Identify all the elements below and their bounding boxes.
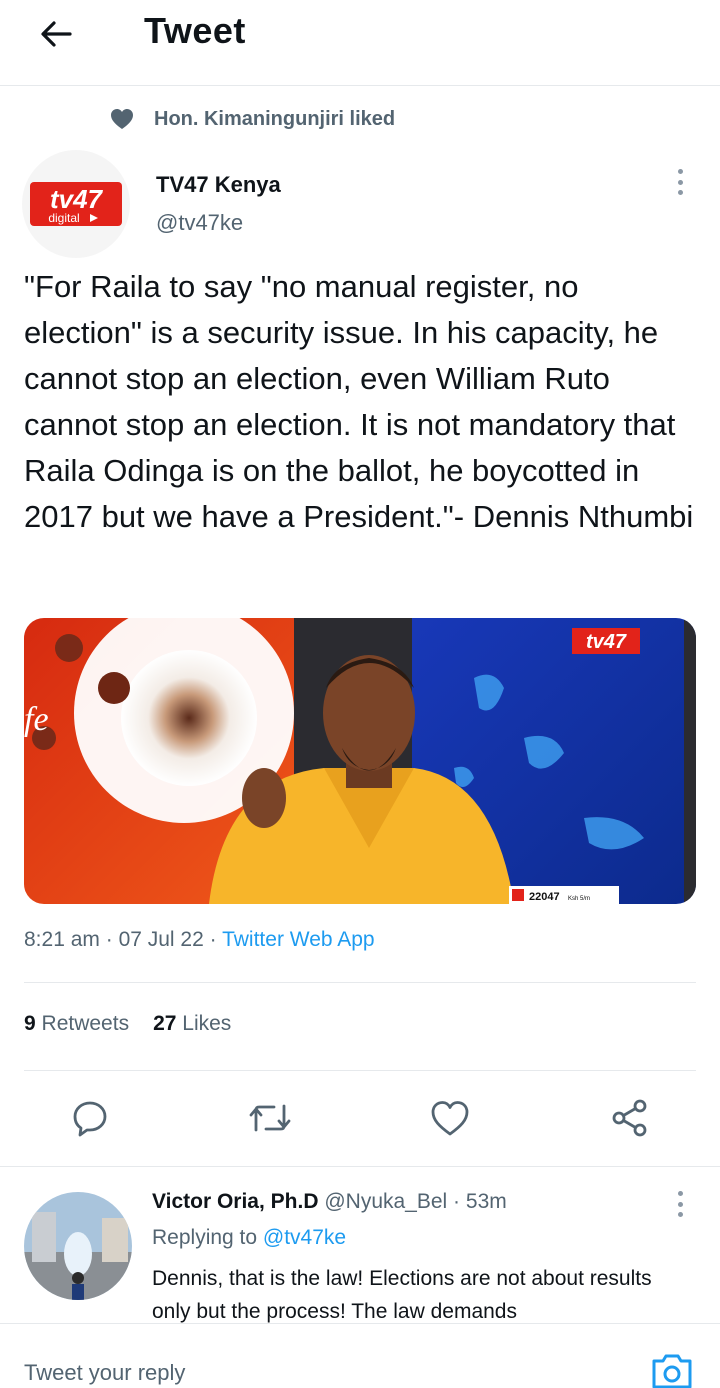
tweet-text: "For Raila to say "no manual register, n… [24, 269, 694, 534]
compose-bar: Tweet your reply [0, 1323, 720, 1388]
svg-text:Ksh 5/m: Ksh 5/m [568, 896, 590, 902]
reply-input[interactable]: Tweet your reply [24, 1360, 185, 1386]
author-avatar[interactable]: tv47 digital [22, 150, 130, 258]
like-icon [431, 1101, 469, 1136]
reply-time: 53m [465, 1190, 507, 1213]
svg-text:digital: digital [48, 211, 79, 225]
svg-text:tv47: tv47 [50, 184, 104, 214]
divider [24, 1070, 696, 1071]
reply-header: Victor Oria, Ph.D @Nyuka_Bel · 53m [152, 1190, 507, 1213]
retweet-button[interactable] [248, 1096, 292, 1140]
author-name[interactable]: TV47 Kenya [156, 172, 281, 198]
share-icon [612, 1099, 647, 1137]
tweet-time: 8:21 am [24, 928, 100, 951]
divider [24, 982, 696, 983]
svg-text:fe: fe [24, 701, 49, 738]
retweets-stat[interactable]: 9 Retweets [24, 1012, 129, 1036]
divider [0, 1166, 720, 1167]
reply-author-name[interactable]: Victor Oria, Ph.D [152, 1190, 319, 1213]
like-button[interactable] [428, 1096, 472, 1140]
retweet-icon [249, 1104, 291, 1132]
more-options-icon[interactable] [668, 166, 692, 198]
reply-button[interactable] [68, 1096, 112, 1140]
top-bar: Tweet [0, 0, 720, 86]
social-context: Hon. Kimaningunjiri liked [110, 104, 395, 134]
svg-text:22047: 22047 [529, 891, 560, 903]
replying-to-handle[interactable]: @tv47ke [263, 1226, 346, 1249]
tweet-source-link[interactable]: Twitter Web App [222, 928, 375, 951]
tweet-meta: 8:21 am · 07 Jul 22 · Twitter Web App [24, 928, 375, 951]
svg-text:tv47: tv47 [586, 631, 627, 653]
tweet-date: 07 Jul 22 [118, 928, 204, 951]
camera-icon [652, 1354, 692, 1388]
tweet-stats: 9 Retweets 27 Likes [24, 1012, 231, 1036]
arrow-left-icon [41, 21, 72, 47]
reply-text: Dennis, that is the law! Elections are n… [152, 1267, 652, 1323]
likes-stat[interactable]: 27 Likes [153, 1012, 231, 1036]
share-button[interactable] [608, 1096, 652, 1140]
social-context-text: Hon. Kimaningunjiri liked [154, 107, 396, 130]
back-button[interactable] [34, 12, 78, 56]
replying-to: Replying to @tv47ke [152, 1226, 347, 1249]
reply-avatar[interactable] [24, 1192, 132, 1300]
reply-icon [73, 1101, 107, 1137]
reply-more-options-icon[interactable] [668, 1188, 692, 1220]
tweet-media[interactable]: fe tv47 22047 Ksh 5/m [24, 618, 696, 904]
tv47-logo: tv47 digital [30, 182, 122, 226]
author-handle[interactable]: @tv47ke [156, 210, 243, 236]
camera-button[interactable] [648, 1350, 696, 1388]
heart-icon [110, 106, 136, 132]
reply-author-handle[interactable]: @Nyuka_Bel [324, 1190, 447, 1213]
page-title: Tweet [144, 10, 246, 51]
